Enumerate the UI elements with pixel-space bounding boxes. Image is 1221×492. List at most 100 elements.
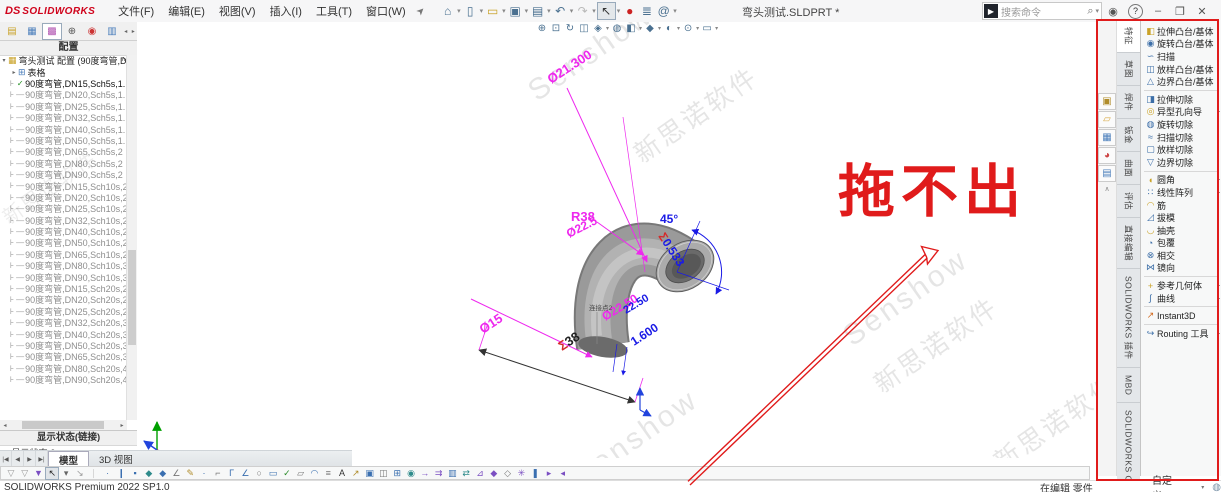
file-explorer-icon[interactable]: ▱ <box>1098 111 1116 128</box>
commandmanager-tab-焊件[interactable]: 焊件 <box>1117 86 1140 119</box>
tree-root-row[interactable]: ▾ ▦ 弯头测试 配置 (90度弯管,DN15, ∧ <box>0 55 127 66</box>
feature-command-item[interactable]: ▢ 放样切除 <box>1141 143 1221 156</box>
configuration-item[interactable]: ⊦ — 90度弯管,DN65,Sch5s,2 <box>0 146 127 157</box>
configuration-item[interactable]: ⊦ — 90度弯管,DN20,Sch5s,1. <box>0 89 127 100</box>
dropdown-caret-icon[interactable]: ▾ <box>715 25 718 32</box>
filter-toolbar-icon[interactable]: ✓ <box>280 468 294 479</box>
feature-command-item[interactable]: ↪ Routing 工具 ▸ <box>1141 327 1221 340</box>
tree-horizontal-scrollbar[interactable]: ◂ ▸ <box>0 420 127 430</box>
display-style-icon[interactable]: ◆ <box>643 23 657 34</box>
configuration-item[interactable]: ⊦ — 90度弯管,DN20,Sch10s,2 <box>0 192 127 203</box>
flyout-arrow-icon[interactable]: ▸ <box>1217 108 1220 115</box>
help-icon[interactable]: ? <box>1128 4 1143 19</box>
taskpane-collapse-icon[interactable]: ∧ <box>1104 185 1109 193</box>
configuration-item[interactable]: ⊦ — 90度弯管,DN50,Sch20s,3 <box>0 340 127 351</box>
feature-command-item[interactable]: ◉ 旋转凸台/基体 <box>1141 38 1221 51</box>
tab-nav-button[interactable]: ▶| <box>36 451 48 467</box>
dimension-1-600[interactable]: 1.600 <box>628 320 661 348</box>
configuration-item[interactable]: ⊦ — 90度弯管,DN80,Sch5s,2 <box>0 158 127 169</box>
tree-vertical-scrollbar[interactable] <box>126 55 137 420</box>
dimension-angle-45[interactable]: 45° <box>660 212 678 226</box>
filter-toolbar-icon[interactable]: ∙ <box>101 468 115 478</box>
design-library-icon[interactable]: ▣ <box>1098 93 1116 110</box>
tab-model[interactable]: 模型 <box>48 451 89 467</box>
minimize-button[interactable]: – <box>1147 5 1169 17</box>
configuration-item[interactable]: ⊦ ✓ 90度弯管,DN15,Sch5s,1. <box>0 78 127 89</box>
hide-show-items-icon[interactable]: ◈ <box>591 23 605 34</box>
dropdown-caret-icon[interactable]: ▾ <box>570 7 574 15</box>
filter-toolbar-icon[interactable]: ◆ <box>156 468 170 479</box>
select-arrow-icon[interactable]: ↖ <box>597 2 616 20</box>
connection-point-label[interactable]: 连接点2 <box>589 303 613 312</box>
tab-3d-views[interactable]: 3D 视图 <box>89 451 143 467</box>
feature-command-item[interactable]: ◧ 拉伸凸台/基体 <box>1141 25 1221 38</box>
filter-toolbar-icon[interactable]: ▱ <box>294 468 308 479</box>
configuration-item[interactable]: ⊦ — 90度弯管,DN40,Sch5s,1. <box>0 123 127 134</box>
flyout-arrow-icon[interactable]: ▸ <box>1217 176 1220 183</box>
filter-toolbar-icon[interactable]: ◂ <box>556 468 570 479</box>
tab-nav-button[interactable]: |◀ <box>0 451 12 467</box>
configuration-item[interactable]: ⊦ — 90度弯管,DN90,Sch5s,2 <box>0 169 127 180</box>
filter-toolbar-icon[interactable]: ▭ <box>266 468 280 479</box>
database-icon[interactable]: ≣ <box>638 3 655 19</box>
dimension-diameter-15[interactable]: Ø15 <box>476 311 505 337</box>
menu-工具(T)[interactable]: 工具(T) <box>309 1 359 21</box>
filter-toolbar-icon[interactable]: ↘ <box>73 468 87 479</box>
feature-command-item[interactable]: ∫ 曲线 ▸ <box>1141 292 1221 305</box>
menu-窗口(W)[interactable]: 窗口(W) <box>359 1 413 21</box>
feature-command-item[interactable]: ▽ 边界切除 <box>1141 156 1221 169</box>
commandmanager-tab-直接编辑[interactable]: 直接编辑 <box>1117 218 1140 269</box>
configuration-item[interactable]: ⊦ — 90度弯管,DN15,Sch20s,2 <box>0 283 127 294</box>
filter-toolbar-icon[interactable]: ○ <box>252 468 266 478</box>
appearances-icon[interactable]: ◕ <box>1098 147 1116 164</box>
view-settings-icon[interactable]: ▭ <box>700 23 714 34</box>
filter-toolbar-icon[interactable]: ↖ <box>45 467 59 480</box>
configuration-item[interactable]: ⊦ — 90度弯管,DN15,Sch10s,2 <box>0 180 127 191</box>
configuration-item[interactable]: ⊦ — 90度弯管,DN32,Sch10s,2 <box>0 214 127 225</box>
custom-properties-icon[interactable]: ▤ <box>1098 165 1116 182</box>
edit-appearance-icon[interactable]: ◍ <box>610 23 624 34</box>
save-icon[interactable]: ▣ <box>507 3 524 19</box>
commandmanager-tab-MBD[interactable]: MBD <box>1117 368 1140 403</box>
filter-toolbar-icon[interactable]: ✎ <box>183 468 197 479</box>
elbow-3d-model[interactable] <box>577 230 724 362</box>
commandmanager-tab-草图[interactable]: 草图 <box>1117 53 1140 86</box>
configuration-item[interactable]: ⊦ — 90度弯管,DN25,Sch10s,2 <box>0 203 127 214</box>
traffic-light-icon[interactable]: ● <box>621 3 638 19</box>
expander-icon[interactable]: ▾ <box>0 57 8 64</box>
filter-toolbar-icon[interactable]: ▾ <box>59 468 73 479</box>
filter-toolbar-icon[interactable]: Γ <box>225 468 239 478</box>
feature-command-item[interactable]: ≈ 扫描切除 <box>1141 131 1221 144</box>
filter-toolbar-icon[interactable]: ≡ <box>321 468 335 478</box>
scrollbar-thumb[interactable] <box>128 250 136 345</box>
apply-scene-icon[interactable]: ◧ <box>624 23 638 34</box>
configuration-item[interactable]: ⊦ — 90度弯管,DN90,Sch10s,3 <box>0 271 127 282</box>
dropdown-caret-icon[interactable]: ▾ <box>502 7 506 15</box>
filter-toolbar-icon[interactable]: ▪ <box>128 468 142 478</box>
feature-command-item[interactable]: + 参考几何体 ▸ <box>1141 279 1221 292</box>
user-account-icon[interactable]: ◉ <box>1102 5 1124 18</box>
commandmanager-tab-钣金[interactable]: 钣金 <box>1117 119 1140 152</box>
filter-toolbar-icon[interactable]: ❙ <box>114 468 128 479</box>
dropdown-caret-icon[interactable]: ▾ <box>673 7 677 15</box>
propertymanager-tab[interactable]: ▦ <box>22 23 42 40</box>
menu-编辑(E)[interactable]: 编辑(E) <box>161 1 212 21</box>
pin-menu-icon[interactable]: ➤ <box>414 4 428 18</box>
scroll-right-icon[interactable]: ▸ <box>117 422 127 429</box>
graphics-area[interactable]: Senshow 新思诺软件 Senshow 新思诺软件 新思诺软件 Sensho… <box>137 22 1097 458</box>
featuremanager-tab[interactable]: ▤ <box>2 23 22 40</box>
print-icon[interactable]: ▤ <box>529 3 546 19</box>
configuration-item[interactable]: ⊦ — 90度弯管,DN80,Sch20s,4 <box>0 363 127 374</box>
feature-command-item[interactable]: ◨ 拉伸切除 <box>1141 93 1221 106</box>
dropdown-caret-icon[interactable]: ▾ <box>617 7 621 15</box>
configuration-item[interactable]: ⊦ — 90度弯管,DN20,Sch20s,2 <box>0 294 127 305</box>
scrollbar-thumb[interactable] <box>22 421 104 429</box>
globe-icon[interactable]: ◍ <box>1212 482 1221 492</box>
zoom-area-icon[interactable]: ⊡ <box>549 23 563 34</box>
flyout-arrow-icon[interactable]: ▸ <box>1217 330 1220 337</box>
configuration-item[interactable]: ⊦ — 90度弯管,DN32,Sch20s,3 <box>0 317 127 328</box>
tree-tables-row[interactable]: ▸ ⊞ 表格 <box>0 66 127 77</box>
feature-command-item[interactable]: ◖ 圆角 ▸ <box>1141 174 1221 187</box>
dropdown-caret-icon[interactable]: ▾ <box>525 7 529 15</box>
dropdown-caret-icon[interactable]: ▾ <box>457 7 461 15</box>
